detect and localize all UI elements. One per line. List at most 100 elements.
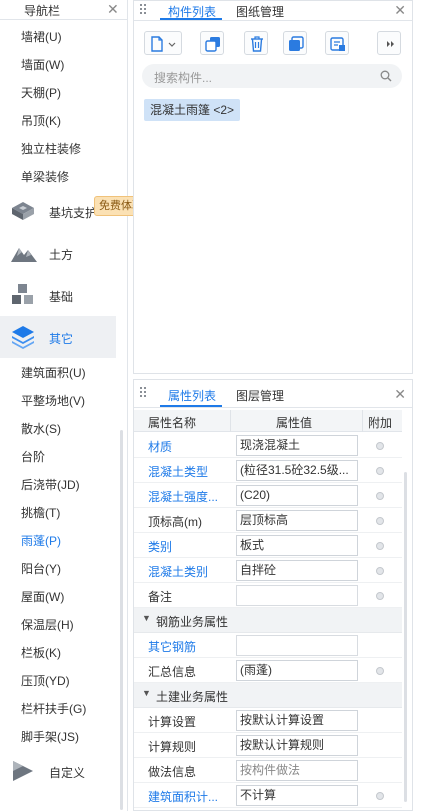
property-row-method-info: 做法信息 按构件做法 [134, 758, 402, 783]
extra-checkbox[interactable] [376, 792, 384, 800]
column-divider[interactable] [362, 410, 363, 432]
property-value-field[interactable]: 按默认计算设置 [236, 710, 358, 731]
extra-checkbox[interactable] [376, 492, 384, 500]
nav-item-beam-finish[interactable]: 单梁装修 [21, 170, 69, 184]
property-value-field[interactable] [236, 585, 358, 606]
search-input[interactable]: 搜索构件... [154, 69, 212, 86]
nav-item-scaffold[interactable]: 脚手架(JS) [21, 730, 79, 744]
component-panel-tabs: 构件列表 图纸管理 ✕ [134, 1, 412, 21]
drag-handle-icon[interactable] [140, 387, 148, 399]
active-tab-indicator [160, 18, 222, 20]
nav-item-ceiling[interactable]: 天棚(P) [21, 86, 61, 100]
close-icon[interactable]: ✕ [394, 386, 406, 402]
section-rebar-properties[interactable]: ▼ 钢筋业务属性 [134, 608, 402, 633]
property-name: 备注 [148, 590, 173, 604]
column-divider[interactable] [230, 410, 231, 432]
property-name: 顶标高(m) [148, 515, 202, 529]
extra-checkbox[interactable] [376, 442, 384, 450]
property-name[interactable]: 建筑面积计... [148, 788, 218, 805]
property-value-field[interactable]: 按构件做法 [236, 760, 358, 781]
component-item-canopy[interactable]: 混凝土雨篷 <2> [144, 99, 241, 121]
category-label: 基础 [49, 290, 74, 304]
nav-item-roof[interactable]: 屋面(W) [21, 590, 64, 604]
property-value-field[interactable]: 现浇混凝土 [236, 435, 358, 456]
property-value-field[interactable]: 层顶标高 [236, 510, 358, 531]
category-label: 土方 [49, 248, 74, 262]
nav-item-balcony[interactable]: 阳台(Y) [21, 562, 61, 576]
nav-item-post-pour-strip[interactable]: 后浇带(JD) [21, 478, 80, 492]
copy-icon [205, 37, 220, 52]
nav-scrollbar[interactable] [120, 430, 123, 810]
property-value-field[interactable]: 自拌砼 [236, 560, 358, 581]
extra-checkbox[interactable] [376, 567, 384, 575]
property-value-field[interactable]: 按默认计算规则 [236, 735, 358, 756]
property-value-field[interactable] [236, 635, 358, 656]
extra-checkbox[interactable] [376, 467, 384, 475]
nav-item-coping[interactable]: 压顶(YD) [21, 674, 70, 688]
nav-item-steps[interactable]: 台阶 [21, 450, 45, 464]
copy-button[interactable] [200, 31, 224, 55]
component-search-box[interactable]: 搜索构件... [142, 64, 402, 88]
extra-checkbox[interactable] [376, 517, 384, 525]
nav-item-apron[interactable]: 散水(S) [21, 422, 61, 436]
close-icon[interactable]: ✕ [394, 2, 406, 18]
nav-item-railing[interactable]: 栏杆扶手(G) [21, 702, 86, 716]
property-value-field[interactable]: (雨蓬) [236, 660, 358, 681]
close-icon[interactable]: ✕ [107, 1, 119, 17]
component-list-panel: 构件列表 图纸管理 ✕ 搜索构件... 混凝土雨篷 <2> [133, 0, 413, 374]
nav-item-wall-skirt[interactable]: 墙裙(U) [21, 30, 62, 44]
property-scrollbar[interactable] [404, 472, 407, 802]
extra-checkbox[interactable] [376, 667, 384, 675]
extra-checkbox[interactable] [376, 592, 384, 600]
property-row-summary-info: 汇总信息 (雨蓬) [134, 658, 402, 683]
property-value-field[interactable]: (粒径31.5砼32.5级... [236, 460, 358, 481]
layer-copy-icon [289, 36, 304, 51]
layer-copy-button[interactable] [283, 31, 307, 55]
property-table-header: 属性名称 属性值 附加 [134, 410, 402, 432]
property-name[interactable]: 混凝土类别 [148, 563, 208, 580]
property-name[interactable]: 材质 [148, 438, 172, 455]
nav-item-column-finish[interactable]: 独立柱装修 [21, 142, 81, 156]
nav-item-insulation[interactable]: 保温层(H) [21, 618, 74, 632]
nav-item-building-area[interactable]: 建筑面积(U) [21, 366, 86, 380]
property-name[interactable]: 混凝土强度... [148, 488, 218, 505]
drag-handle-icon[interactable] [140, 4, 148, 16]
nav-item-parapet-panel[interactable]: 栏板(K) [21, 646, 61, 660]
nav-item-suspended-ceiling[interactable]: 吊顶(K) [21, 114, 61, 128]
property-name[interactable]: 混凝土类型 [148, 463, 208, 480]
collapse-caret-icon[interactable]: ▼ [142, 613, 151, 623]
property-value-field[interactable]: (C20) [236, 485, 358, 506]
nav-item-canopy[interactable]: 雨蓬(P) [21, 534, 61, 548]
category-label: 自定义 [49, 766, 86, 780]
category-label: 其它 [49, 332, 74, 346]
property-name[interactable]: 类别 [148, 538, 172, 555]
collapse-caret-icon[interactable]: ▼ [142, 688, 151, 698]
section-title: 土建业务属性 [156, 690, 229, 704]
category-earthwork[interactable]: 土方 [0, 232, 116, 274]
category-custom[interactable]: 自定义 [0, 750, 116, 792]
property-name[interactable]: 其它钢筋 [148, 638, 196, 655]
column-header-value: 属性值 [276, 416, 313, 430]
tab-property-list[interactable]: 属性列表 [168, 387, 216, 404]
filter-button[interactable] [325, 31, 349, 55]
tab-layer-management[interactable]: 图层管理 [236, 387, 284, 404]
nav-item-eave[interactable]: 挑檐(T) [21, 506, 60, 520]
tab-drawing-management[interactable]: 图纸管理 [236, 3, 284, 20]
property-value-field[interactable]: 板式 [236, 535, 358, 556]
property-name: 计算规则 [148, 740, 197, 754]
property-row-concrete-category: 混凝土类别 自拌砼 [134, 558, 402, 583]
property-value-field[interactable]: 不计算 [236, 785, 358, 806]
column-header-name: 属性名称 [148, 416, 197, 430]
category-other[interactable]: 其它 [0, 316, 116, 358]
property-row-concrete-type: 混凝土类型 (粒径31.5砼32.5级... [134, 458, 402, 483]
section-civil-properties[interactable]: ▼ 土建业务属性 [134, 683, 402, 708]
layers-icon [12, 326, 34, 349]
category-foundation[interactable]: 基础 [0, 274, 116, 316]
nav-item-wall-surface[interactable]: 墙面(W) [21, 58, 64, 72]
nav-item-site-leveling[interactable]: 平整场地(V) [21, 394, 85, 408]
delete-button[interactable] [244, 31, 268, 55]
more-options-button[interactable] [377, 31, 401, 55]
search-icon[interactable] [380, 70, 392, 82]
extra-checkbox[interactable] [376, 542, 384, 550]
new-component-button[interactable] [144, 31, 182, 55]
